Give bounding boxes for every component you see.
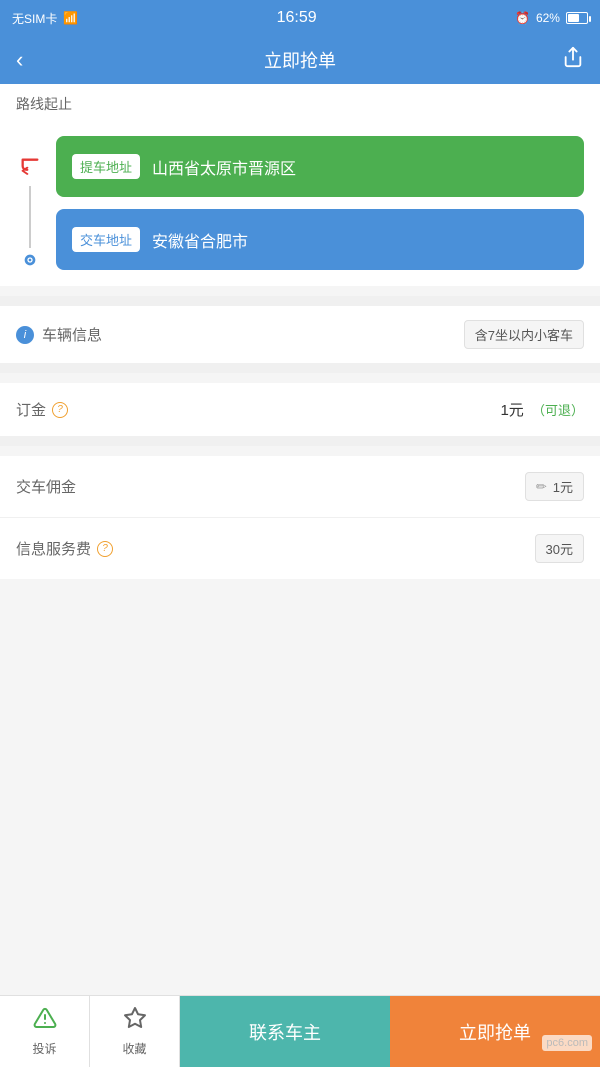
divider-3	[0, 436, 600, 446]
status-left: 无SIM卡 📶	[12, 10, 78, 27]
pickup-icon	[19, 156, 41, 182]
back-button[interactable]: ‹	[16, 47, 52, 73]
empty-space	[0, 579, 600, 739]
alarm-icon: ⏰	[515, 11, 530, 25]
commission-row: 交车佣金 ✏ 1元	[0, 456, 600, 518]
complaint-icon	[33, 1006, 57, 1036]
service-fee-amount: 30元	[546, 539, 573, 558]
vehicle-info-section: i 车辆信息 含7坐以内小客车	[0, 306, 600, 363]
tab-favorite[interactable]: 收藏	[90, 996, 180, 1067]
pickup-card[interactable]: 提车地址 山西省太原市晋源区	[56, 136, 584, 197]
vehicle-info-label: 车辆信息	[42, 324, 102, 345]
service-fee-row: 信息服务费 ? 30元	[0, 518, 600, 579]
dropoff-address: 安徽省合肥市	[152, 228, 248, 252]
battery-icon	[566, 12, 588, 24]
deposit-label-text: 订金	[16, 399, 46, 420]
commission-label: 交车佣金	[16, 476, 76, 497]
pickup-address: 山西省太原市晋源区	[152, 155, 296, 179]
deposit-row: 订金 ? 1元 （可退）	[0, 383, 600, 436]
grab-label: 立即抢单	[459, 1019, 531, 1045]
contact-label: 联系车主	[249, 1019, 321, 1045]
commission-label-text: 交车佣金	[16, 476, 76, 497]
info-icon: i	[16, 326, 34, 344]
deposit-label: 订金 ?	[16, 399, 68, 420]
service-fee-value-tag: 30元	[535, 534, 584, 563]
bottom-bar: 投诉 收藏 联系车主 立即抢单	[0, 995, 600, 1067]
deposit-amount: 1元	[500, 402, 523, 419]
pickup-tag: 提车地址	[72, 154, 140, 179]
commission-value-tag[interactable]: ✏ 1元	[525, 472, 584, 501]
deposit-question-icon[interactable]: ?	[52, 402, 68, 418]
status-right: ⏰ 62%	[515, 11, 588, 25]
favorite-icon	[123, 1006, 147, 1036]
deposit-value: 1元 （可退）	[500, 399, 584, 420]
watermark: pc6.com	[542, 1035, 592, 1051]
dropoff-tag: 交车地址	[72, 227, 140, 252]
dropoff-card[interactable]: 交车地址 安徽省合肥市	[56, 209, 584, 270]
route-vertical-line	[29, 186, 31, 248]
fees-section: 交车佣金 ✏ 1元 信息服务费 ? 30元	[0, 456, 600, 579]
complaint-label: 投诉	[32, 1040, 56, 1057]
divider-1	[0, 296, 600, 306]
service-fee-question-icon[interactable]: ?	[97, 541, 113, 557]
contact-button[interactable]: 联系车主	[180, 996, 390, 1067]
share-button[interactable]	[548, 46, 584, 74]
grab-button[interactable]: 立即抢单	[390, 996, 600, 1067]
payment-section: 订金 ? 1元 （可退）	[0, 383, 600, 436]
tab-complaint[interactable]: 投诉	[0, 996, 90, 1067]
edit-icon: ✏	[536, 479, 547, 495]
service-fee-label-text: 信息服务费	[16, 538, 91, 559]
wifi-icon: 📶	[63, 11, 78, 25]
section-label-text: 路线起止	[16, 96, 72, 112]
status-time: 16:59	[277, 9, 317, 27]
carrier-label: 无SIM卡	[12, 10, 57, 27]
route-icons	[16, 136, 44, 270]
status-bar: 无SIM卡 📶 16:59 ⏰ 62%	[0, 0, 600, 36]
battery-percent: 62%	[536, 11, 560, 25]
vehicle-info-left: i 车辆信息	[16, 324, 102, 345]
service-fee-label: 信息服务费 ?	[16, 538, 113, 559]
commission-amount: 1元	[553, 477, 573, 496]
vehicle-info-value: 含7坐以内小客车	[464, 320, 584, 349]
dropoff-icon	[22, 252, 38, 270]
route-cards: 提车地址 山西省太原市晋源区 交车地址 安徽省合肥市	[56, 136, 584, 270]
favorite-label: 收藏	[122, 1040, 146, 1057]
deposit-refundable: （可退）	[532, 403, 584, 418]
divider-2	[0, 363, 600, 373]
nav-bar: ‹ 立即抢单	[0, 36, 600, 84]
route-section: 提车地址 山西省太原市晋源区 交车地址 安徽省合肥市	[0, 120, 600, 286]
nav-title: 立即抢单	[264, 47, 336, 73]
route-section-label: 路线起止	[0, 84, 600, 120]
